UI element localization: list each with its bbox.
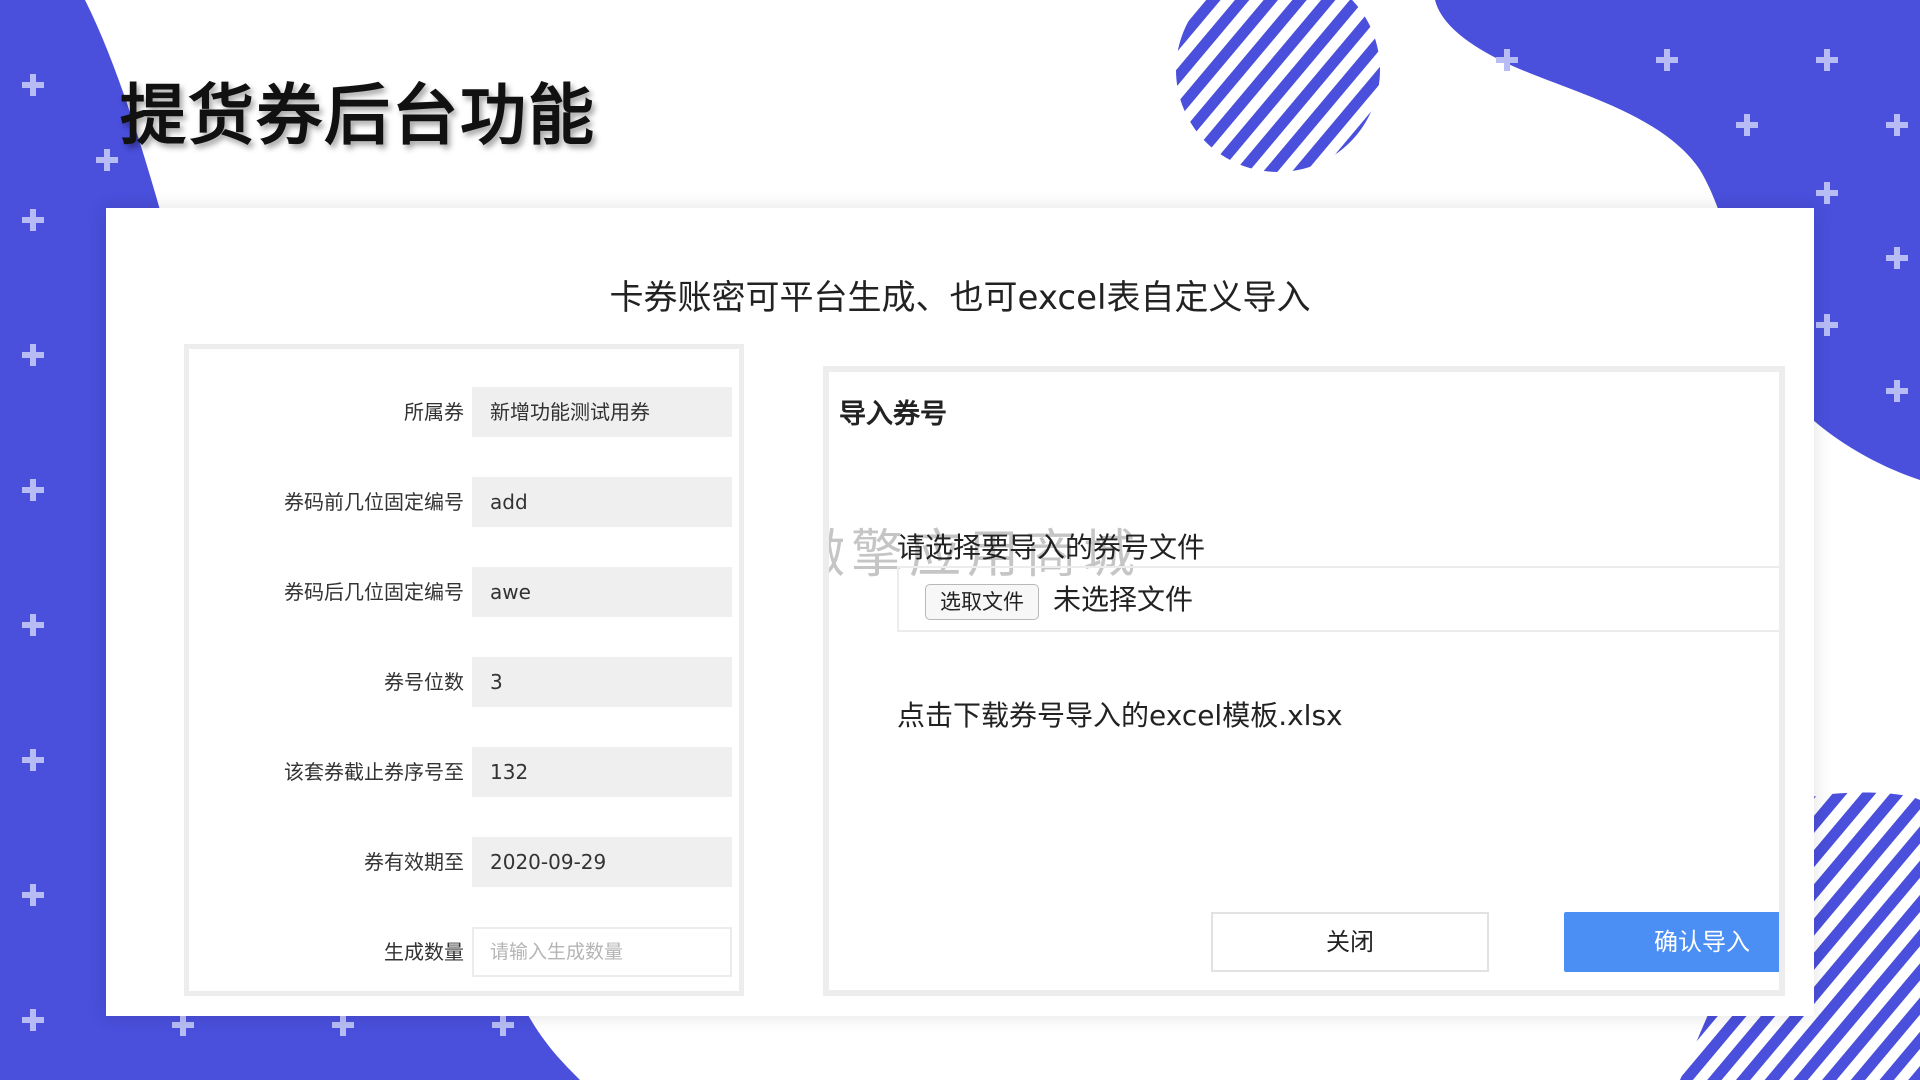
slide-title: 提货券后台功能	[120, 76, 596, 154]
form-row-expiry: 券有效期至 2020-09-29	[189, 837, 749, 887]
template-download-link[interactable]: 点击下载券号导入的excel模板.xlsx	[897, 694, 1343, 734]
choose-file-button[interactable]: 选取文件	[925, 584, 1039, 620]
coupon-field[interactable]: 新增功能测试用券	[472, 387, 732, 437]
expiry-label: 券有效期至	[364, 850, 464, 874]
prefix-label: 券码前几位固定编号	[284, 490, 464, 514]
content-card: 卡券账密可平台生成、也可excel表自定义导入 所属券 新增功能测试用券 券码前…	[106, 208, 1814, 1016]
form-row-coupon: 所属券 新增功能测试用券	[189, 387, 749, 437]
end-serial-field[interactable]: 132	[472, 747, 732, 797]
quantity-label: 生成数量	[384, 940, 464, 964]
quantity-input[interactable]	[472, 927, 732, 977]
digits-label: 券号位数	[384, 670, 464, 694]
import-heading: 导入券号	[839, 399, 947, 430]
end-serial-label: 该套券截止券序号至	[284, 760, 464, 784]
file-prompt: 请选择要导入的券号文件	[897, 531, 1206, 564]
expiry-date-field[interactable]: 2020-09-29	[472, 837, 732, 887]
confirm-import-button[interactable]: 确认导入	[1564, 912, 1779, 972]
file-status: 未选择文件	[1053, 583, 1194, 616]
import-panel: 导入券号 微擎应用商城 请选择要导入的券号文件 选取文件 未选择文件 点击下载券…	[823, 366, 1785, 996]
coupon-label: 所属券	[404, 400, 464, 424]
digits-field[interactable]: 3	[472, 657, 732, 707]
form-row-prefix: 券码前几位固定编号 add	[189, 477, 749, 527]
form-row-quantity: 生成数量	[189, 927, 749, 977]
form-row-suffix: 券码后几位固定编号 awe	[189, 567, 749, 617]
slide-subtitle: 卡券账密可平台生成、也可excel表自定义导入	[609, 278, 1311, 318]
form-row-end-serial: 该套券截止券序号至 132	[189, 747, 749, 797]
close-button[interactable]: 关闭	[1211, 912, 1489, 972]
suffix-field[interactable]: awe	[472, 567, 732, 617]
prefix-field[interactable]: add	[472, 477, 732, 527]
file-picker: 选取文件 未选择文件	[897, 566, 1779, 632]
coupon-form-panel: 所属券 新增功能测试用券 券码前几位固定编号 add 券码后几位固定编号 awe…	[184, 344, 744, 996]
suffix-label: 券码后几位固定编号	[284, 580, 464, 604]
form-row-digits: 券号位数 3	[189, 657, 749, 707]
